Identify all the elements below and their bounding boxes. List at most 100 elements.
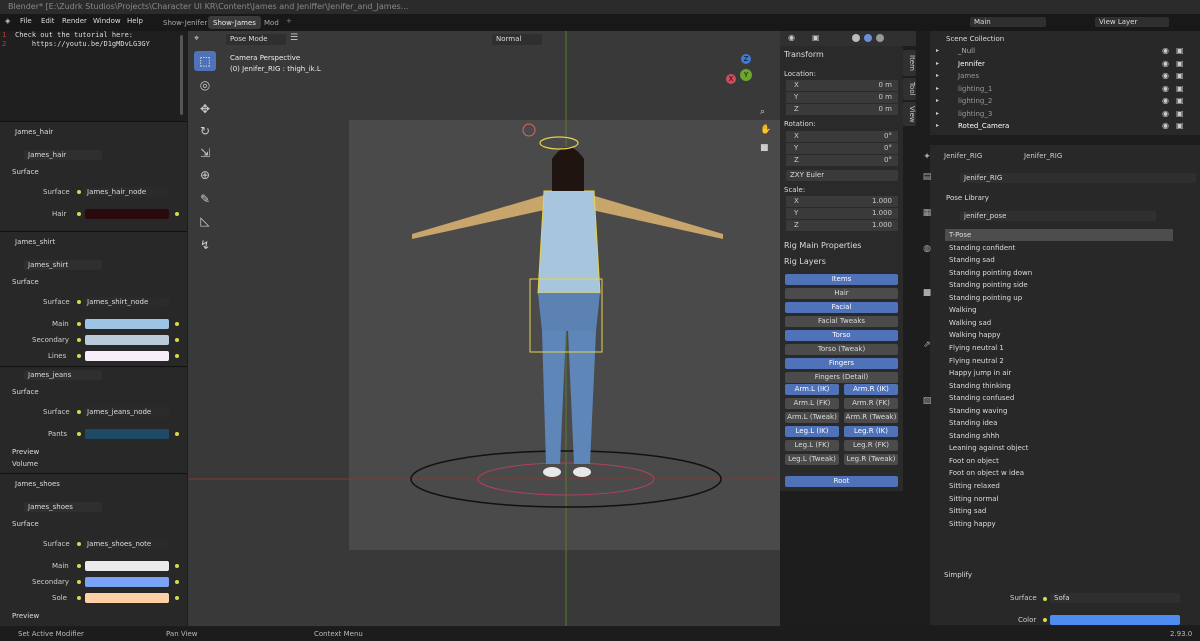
measure-tool-icon[interactable]: ◺ bbox=[194, 211, 216, 231]
cursor-tool-icon[interactable]: ◎ bbox=[194, 75, 216, 95]
add-workspace-icon[interactable]: + bbox=[286, 17, 292, 25]
rig-layer-button[interactable]: Fingers (Detail) bbox=[785, 372, 898, 383]
outliner-item[interactable]: ▸ James ◉ ▣ bbox=[930, 70, 1200, 82]
loc-row-z[interactable]: Z 0 m bbox=[786, 104, 898, 115]
rig-layer-button[interactable]: Arm.L (FK) bbox=[785, 398, 839, 409]
rig-layer-button[interactable]: Leg.L (Tweak) bbox=[785, 454, 839, 465]
n-panel-tab-item[interactable]: Item bbox=[903, 50, 916, 76]
outliner-item[interactable]: ▸ Roted_Camera ◉ ▣ bbox=[930, 120, 1200, 132]
rig-main-properties-header[interactable]: Rig Main Properties bbox=[784, 241, 861, 250]
simplify-header[interactable]: Simplify bbox=[944, 571, 972, 579]
extra-section-volume[interactable]: Volume bbox=[12, 460, 38, 468]
annotate-tool-icon[interactable]: ✎ bbox=[194, 189, 216, 209]
visibility-eye-icon[interactable]: ◉ bbox=[1162, 109, 1169, 118]
3d-viewport[interactable]: ⬚ ◎ ✥ ↻ ⇲ ⊕ ✎ ◺ ↯ ⌖ Pose Mode ☰ Normal C… bbox=[188, 31, 780, 626]
loc-row-y[interactable]: Y 0 m bbox=[786, 92, 898, 103]
expand-arrow-icon[interactable]: ▸ bbox=[936, 47, 939, 54]
color-swatch[interactable] bbox=[85, 209, 169, 219]
pose-list-item[interactable]: Happy jump in air bbox=[945, 367, 1173, 379]
visibility-eye-icon[interactable]: ◉ bbox=[1162, 84, 1169, 93]
rig-layer-button[interactable]: Torso (Tweak) bbox=[785, 344, 898, 355]
menu-window[interactable]: Window bbox=[93, 17, 121, 25]
scene-collection-label[interactable]: Scene Collection bbox=[946, 35, 1004, 43]
zoom-icon[interactable]: ⌕ bbox=[760, 107, 765, 117]
color-swatch[interactable] bbox=[85, 429, 169, 439]
workspace-tab-show-james[interactable]: Show-James bbox=[208, 16, 261, 29]
color-swatch[interactable] bbox=[85, 319, 169, 329]
panel-title[interactable]: James_shirt bbox=[15, 238, 55, 246]
color-swatch[interactable] bbox=[85, 577, 169, 587]
pan-hand-icon[interactable]: ✋ bbox=[760, 125, 771, 135]
render-camera-icon[interactable]: ▣ bbox=[1176, 121, 1184, 130]
gizmo-x-axis[interactable]: X bbox=[726, 74, 736, 84]
shading-material-icon[interactable] bbox=[864, 34, 872, 42]
rig-layer-button[interactable]: Torso bbox=[785, 330, 898, 341]
extra-section-preview[interactable]: Preview bbox=[12, 448, 39, 456]
workspace-tab-show-jenifer[interactable]: Show-Jenifer bbox=[158, 16, 212, 29]
rotation-mode-dropdown[interactable]: ZXY Euler bbox=[786, 170, 898, 181]
overlay-icon[interactable]: ◉ bbox=[788, 33, 795, 42]
rig-layer-button[interactable]: Arm.R (Tweak) bbox=[844, 412, 898, 423]
color-swatch[interactable] bbox=[1050, 615, 1180, 625]
pose-list-item[interactable]: Foot on object w idea bbox=[945, 467, 1173, 479]
pose-list-item[interactable]: Standing thinking bbox=[945, 380, 1173, 392]
color-swatch[interactable] bbox=[85, 593, 169, 603]
keyframe-dot-icon[interactable] bbox=[175, 580, 179, 584]
pose-list-item[interactable]: Standing pointing down bbox=[945, 267, 1173, 279]
pose-list-item[interactable]: Standing confused bbox=[945, 392, 1173, 404]
view-layer-tab-icon[interactable]: ▦ bbox=[920, 208, 934, 222]
pose-list-item[interactable]: Standing idea bbox=[945, 417, 1173, 429]
texture-tab-icon[interactable]: ▨ bbox=[920, 396, 934, 410]
pose-list-item[interactable]: Standing waving bbox=[945, 405, 1173, 417]
keyframe-dot-icon[interactable] bbox=[175, 432, 179, 436]
rig-layer-button[interactable]: Fingers bbox=[785, 358, 898, 369]
visibility-eye-icon[interactable]: ◉ bbox=[1162, 46, 1169, 55]
pose-library-header[interactable]: Pose Library bbox=[946, 194, 989, 202]
pose-list-item[interactable]: Sitting normal bbox=[945, 493, 1173, 505]
keyframe-dot-icon[interactable] bbox=[175, 596, 179, 600]
pose-list-item[interactable]: T-Pose bbox=[945, 229, 1173, 241]
transform-tool-icon[interactable]: ⊕ bbox=[194, 165, 216, 185]
world-tab-icon[interactable]: ◍ bbox=[920, 244, 934, 258]
pose-list-item[interactable]: Leaning against object bbox=[945, 442, 1173, 454]
rig-layer-button[interactable]: Arm.L (Tweak) bbox=[785, 412, 839, 423]
xray-icon[interactable]: ▣ bbox=[812, 33, 820, 42]
rig-layer-button[interactable]: Facial Tweaks bbox=[785, 316, 898, 327]
surface-section-header[interactable]: Surface bbox=[12, 388, 39, 396]
view-menu-icon[interactable]: ☰ bbox=[290, 33, 298, 43]
color-swatch[interactable] bbox=[85, 351, 169, 361]
surface-section-header[interactable]: Surface bbox=[12, 168, 39, 176]
outliner-item[interactable]: ▸ _Null ◉ ▣ bbox=[930, 45, 1200, 57]
editor-type-icon[interactable]: ⌖ bbox=[194, 34, 199, 44]
rig-layer-button[interactable]: Leg.L (IK) bbox=[785, 426, 839, 437]
scl-row-y[interactable]: Y 1.000 bbox=[786, 208, 898, 219]
loc-row-x[interactable]: X 0 m bbox=[786, 80, 898, 91]
render-camera-icon[interactable]: ▣ bbox=[1176, 46, 1184, 55]
surface-node-field[interactable]: James_shirt_node bbox=[83, 297, 169, 307]
scl-row-z[interactable]: Z 1.000 bbox=[786, 220, 898, 231]
rig-layer-button[interactable]: Hair bbox=[785, 288, 898, 299]
transform-header[interactable]: Transform bbox=[784, 50, 824, 59]
keyframe-dot-icon[interactable] bbox=[175, 212, 179, 216]
rot-row-y[interactable]: Y 0° bbox=[786, 143, 898, 154]
orientation-dropdown[interactable]: Normal bbox=[492, 34, 542, 45]
material-selector[interactable]: James_hair bbox=[24, 150, 102, 160]
rig-object-field[interactable]: Jenifer_RIG bbox=[960, 173, 1196, 183]
color-swatch[interactable] bbox=[85, 561, 169, 571]
pose-list-item[interactable]: Standing pointing side bbox=[945, 279, 1173, 291]
surface-section-header[interactable]: Surface bbox=[12, 520, 39, 528]
render-camera-icon[interactable]: ▣ bbox=[1176, 84, 1184, 93]
move-tool-icon[interactable]: ✥ bbox=[194, 99, 216, 119]
outliner-item[interactable]: ▸ Jennifer ◉ ▣ bbox=[930, 58, 1200, 70]
rig-layer-button[interactable]: Leg.R (FK) bbox=[844, 440, 898, 451]
pose-list-item[interactable]: Walking happy bbox=[945, 329, 1173, 341]
rig-layer-root[interactable]: Root bbox=[785, 476, 898, 487]
shading-solid-icon[interactable] bbox=[852, 34, 860, 42]
armature-tab-icon[interactable]: ⇗ bbox=[920, 340, 934, 354]
material-selector[interactable]: James_jeans bbox=[24, 370, 102, 380]
surface-node-field[interactable]: James_hair_node bbox=[83, 187, 169, 197]
camera-view-icon[interactable]: ■ bbox=[760, 143, 769, 153]
surface-section-header[interactable]: Surface bbox=[12, 278, 39, 286]
gizmo-z-axis[interactable]: Z bbox=[741, 54, 751, 64]
rotate-tool-icon[interactable]: ↻ bbox=[194, 121, 216, 141]
